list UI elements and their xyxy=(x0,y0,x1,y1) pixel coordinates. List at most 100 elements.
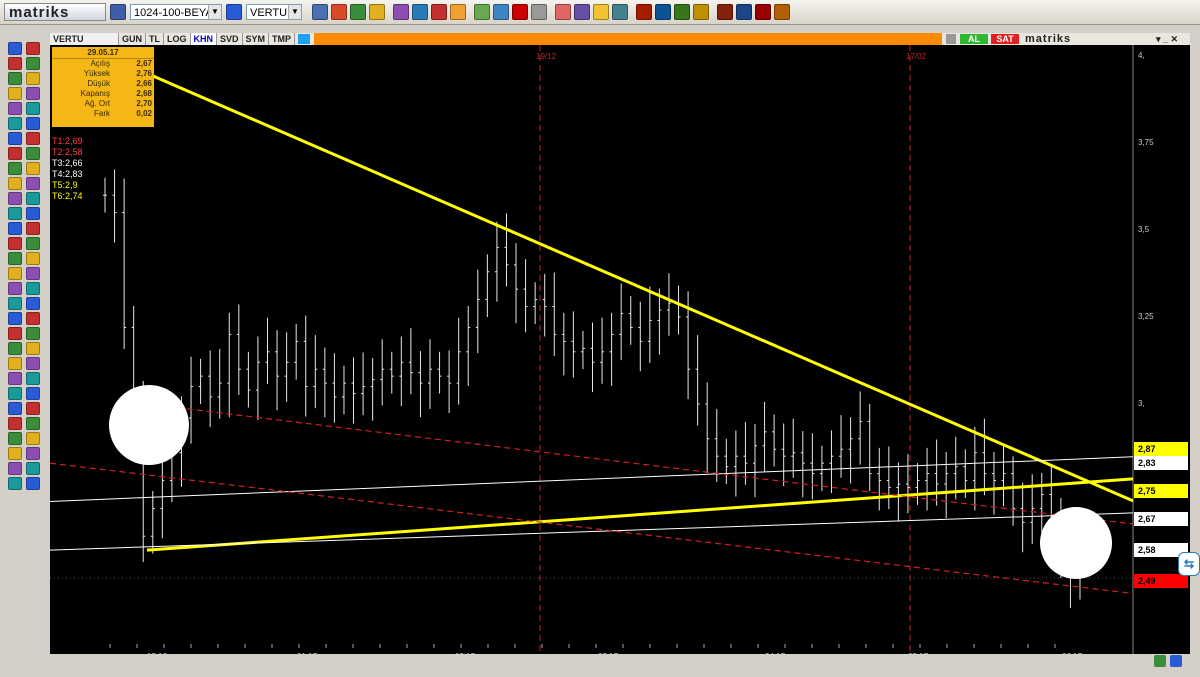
sell-button[interactable]: SAT xyxy=(991,34,1020,44)
drawing-tool-icon[interactable] xyxy=(26,237,40,250)
chevron-down-icon[interactable]: ▼ xyxy=(288,5,301,19)
drawing-tool-icon[interactable] xyxy=(8,132,22,145)
drawing-tool-icon[interactable] xyxy=(26,117,40,130)
drawing-tool-icon[interactable] xyxy=(26,132,40,145)
bold-icon[interactable] xyxy=(412,4,428,20)
drawing-tool-icon[interactable] xyxy=(8,447,22,460)
pie-icon[interactable] xyxy=(350,4,366,20)
drawing-tool-icon[interactable] xyxy=(26,462,40,475)
drawing-tool-icon[interactable] xyxy=(8,102,22,115)
drawing-tool-icon[interactable] xyxy=(8,162,22,175)
window-controls[interactable]: ▾ _ ✕ xyxy=(1156,34,1190,45)
tab-svd[interactable]: SVD xyxy=(217,33,243,45)
window-icon[interactable] xyxy=(655,4,671,20)
drawing-tool-icon[interactable] xyxy=(8,207,22,220)
drawing-tool-icon[interactable] xyxy=(8,57,22,70)
drawing-tool-icon[interactable] xyxy=(26,477,40,490)
mail-icon[interactable] xyxy=(674,4,690,20)
drawing-tool-icon[interactable] xyxy=(26,312,40,325)
tab-sym[interactable]: SYM xyxy=(243,33,270,45)
twitter-icon[interactable] xyxy=(298,34,311,44)
drawing-tool-icon[interactable] xyxy=(26,147,40,160)
drawing-tool-icon[interactable] xyxy=(26,402,40,415)
drawing-tool-icon[interactable] xyxy=(26,387,40,400)
tab-tmp[interactable]: TMP xyxy=(269,33,296,45)
drawing-tool-icon[interactable] xyxy=(26,297,40,310)
flower-icon[interactable] xyxy=(474,4,490,20)
drawing-tool-icon[interactable] xyxy=(8,267,22,280)
price-chart[interactable] xyxy=(50,45,1190,654)
buy-button[interactable]: AL xyxy=(960,34,989,44)
refresh-icon[interactable] xyxy=(1154,655,1166,667)
drawing-tool-icon[interactable] xyxy=(26,357,40,370)
tab-gun[interactable]: GUN xyxy=(119,33,146,45)
tab-khn[interactable]: KHN xyxy=(190,33,217,45)
tab-log[interactable]: LOG xyxy=(164,33,191,45)
chart-line-icon[interactable] xyxy=(531,4,547,20)
drawing-tool-icon[interactable] xyxy=(26,87,40,100)
drawing-tool-icon[interactable] xyxy=(26,327,40,340)
draw-icon[interactable] xyxy=(312,4,328,20)
edit-icon[interactable] xyxy=(946,34,957,44)
calc-icon[interactable] xyxy=(574,4,590,20)
vip-icon[interactable] xyxy=(493,4,509,20)
news-icon[interactable] xyxy=(612,4,628,20)
symbol-combo[interactable]: VERTU ▼ xyxy=(246,4,302,20)
drawing-tool-icon[interactable] xyxy=(8,357,22,370)
drawing-tool-icon[interactable] xyxy=(26,282,40,295)
drawing-tool-icon[interactable] xyxy=(8,462,22,475)
print-icon[interactable] xyxy=(755,4,771,20)
drawing-tool-icon[interactable] xyxy=(8,297,22,310)
drawing-tool-icon[interactable] xyxy=(26,267,40,280)
drawing-tool-icon[interactable] xyxy=(26,207,40,220)
signal-icon[interactable] xyxy=(512,4,528,20)
drawing-tool-icon[interactable] xyxy=(8,42,22,55)
drawing-tool-icon[interactable] xyxy=(26,162,40,175)
chat-icon[interactable] xyxy=(774,4,790,20)
layout-combo[interactable]: 1024-100-BEYAZ ▼ xyxy=(130,4,222,20)
chevron-down-icon[interactable]: ▼ xyxy=(208,5,221,19)
drawing-tool-icon[interactable] xyxy=(26,42,40,55)
alert-icon[interactable] xyxy=(736,4,752,20)
save-icon[interactable] xyxy=(110,4,126,20)
money-icon[interactable] xyxy=(593,4,609,20)
drawing-tool-icon[interactable] xyxy=(26,252,40,265)
drawing-tool-icon[interactable] xyxy=(8,222,22,235)
drawing-tool-icon[interactable] xyxy=(26,342,40,355)
panel-icon[interactable] xyxy=(693,4,709,20)
drawing-tool-icon[interactable] xyxy=(8,252,22,265)
drawing-tool-icon[interactable] xyxy=(8,312,22,325)
font-icon[interactable] xyxy=(431,4,447,20)
drawing-tool-icon[interactable] xyxy=(8,387,22,400)
drawing-tool-icon[interactable] xyxy=(8,147,22,160)
underline-icon[interactable] xyxy=(450,4,466,20)
gauge-icon[interactable] xyxy=(369,4,385,20)
drawing-tool-icon[interactable] xyxy=(8,117,22,130)
drawing-tool-icon[interactable] xyxy=(8,432,22,445)
drawing-tool-icon[interactable] xyxy=(8,477,22,490)
drawing-tool-icon[interactable] xyxy=(26,372,40,385)
zoom-icon[interactable] xyxy=(1170,655,1182,667)
drawing-tool-icon[interactable] xyxy=(8,327,22,340)
chart-icon[interactable] xyxy=(331,4,347,20)
drawing-tool-icon[interactable] xyxy=(8,342,22,355)
drawing-tool-icon[interactable] xyxy=(26,102,40,115)
drawing-tool-icon[interactable] xyxy=(26,222,40,235)
drawing-tool-icon[interactable] xyxy=(26,432,40,445)
scroll-right-icon[interactable]: ⇆ xyxy=(1178,552,1200,576)
drawing-tool-icon[interactable] xyxy=(8,177,22,190)
drawing-tool-icon[interactable] xyxy=(26,177,40,190)
compass-icon[interactable] xyxy=(393,4,409,20)
drawing-tool-icon[interactable] xyxy=(8,402,22,415)
drawing-tool-icon[interactable] xyxy=(26,192,40,205)
tab-symbol[interactable]: VERTU xyxy=(50,33,119,45)
drawing-tool-icon[interactable] xyxy=(8,192,22,205)
drawing-tool-icon[interactable] xyxy=(26,57,40,70)
drawing-tool-icon[interactable] xyxy=(8,372,22,385)
drawing-tool-icon[interactable] xyxy=(8,237,22,250)
drawing-tool-icon[interactable] xyxy=(26,447,40,460)
drawing-tool-icon[interactable] xyxy=(8,417,22,430)
box-icon[interactable] xyxy=(717,4,733,20)
list-icon[interactable] xyxy=(636,4,652,20)
drawing-tool-icon[interactable] xyxy=(26,72,40,85)
